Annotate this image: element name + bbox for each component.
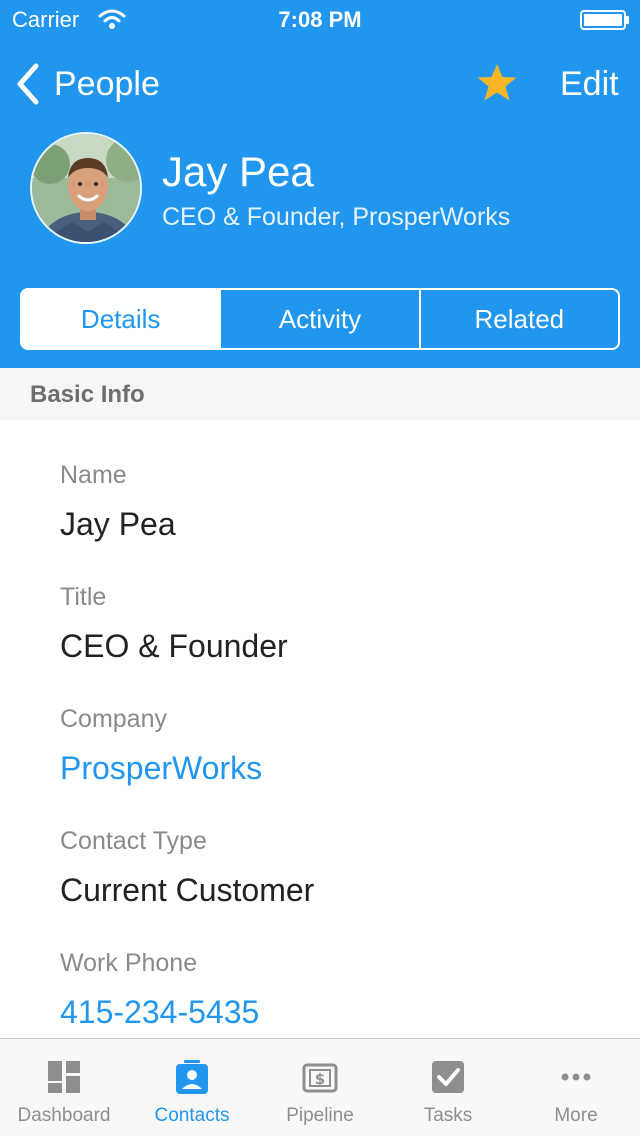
chevron-left-icon (17, 63, 39, 105)
field-label: Work Phone (60, 949, 198, 977)
detail-segmented-control: Details Activity Related (20, 288, 620, 350)
contacts-icon (176, 1060, 208, 1094)
field-company: Company ProsperWorks (60, 664, 620, 786)
contact-name: Jay Pea (162, 148, 314, 195)
company-link[interactable]: ProsperWorks (60, 748, 262, 788)
section-title: Basic Info (30, 381, 145, 408)
status-bar: Carrier 7:08 PM (0, 0, 640, 40)
tab-tasks[interactable]: Tasks (384, 1039, 512, 1136)
tab-pipeline[interactable]: $ Pipeline (256, 1039, 384, 1136)
field-value: Current Customer (60, 872, 315, 908)
edit-button[interactable]: Edit (560, 62, 619, 106)
field-value: CEO & Founder (60, 628, 288, 664)
field-work-phone: Work Phone 415-234-5435 (60, 908, 620, 1030)
segment-activity[interactable]: Activity (219, 290, 418, 348)
avatar (30, 132, 142, 244)
segment-details[interactable]: Details (22, 290, 220, 348)
profile-photo (32, 134, 140, 242)
tab-label: Pipeline (286, 1105, 354, 1126)
navigation-bar: People Edit (0, 48, 640, 120)
status-time: 7:08 PM (278, 7, 362, 32)
tab-label: Dashboard (17, 1105, 111, 1126)
field-value: Jay Pea (60, 506, 176, 542)
tab-contacts[interactable]: Contacts (128, 1039, 256, 1136)
tab-dashboard[interactable]: Dashboard (0, 1039, 128, 1136)
tab-bar: Dashboard Contacts $ Pipeline Tasks More (0, 1038, 640, 1136)
tab-label: More (554, 1105, 598, 1126)
tab-label: Contacts (154, 1105, 230, 1126)
more-icon (561, 1073, 591, 1081)
dashboard-icon (48, 1061, 80, 1093)
pipeline-icon: $ (302, 1063, 338, 1093)
tab-more[interactable]: More (512, 1039, 640, 1136)
field-label: Contact Type (60, 827, 207, 855)
back-label: People (54, 65, 160, 103)
field-label: Title (60, 583, 107, 611)
segment-related[interactable]: Related (418, 290, 618, 348)
section-header: Basic Info (0, 368, 640, 420)
tab-label: Tasks (423, 1105, 473, 1126)
tasks-icon (432, 1061, 464, 1093)
battery-icon (580, 10, 629, 30)
work-phone-link[interactable]: 415-234-5435 (60, 992, 259, 1032)
field-label: Company (60, 705, 167, 733)
field-contact-type: Contact Type Current Customer (60, 786, 620, 908)
field-label: Name (60, 461, 127, 489)
contact-fields: Name Jay Pea Title CEO & Founder Company… (60, 420, 620, 1030)
svg-text:$: $ (315, 1070, 325, 1088)
contact-header: Carrier 7:08 PM People Edit Jay Pea CEO … (0, 0, 640, 368)
field-title: Title CEO & Founder (60, 542, 620, 664)
contact-subtitle: CEO & Founder, ProsperWorks (162, 203, 511, 231)
back-button[interactable]: People (14, 62, 160, 106)
field-name: Name Jay Pea (60, 420, 620, 542)
star-icon[interactable] (476, 62, 518, 104)
